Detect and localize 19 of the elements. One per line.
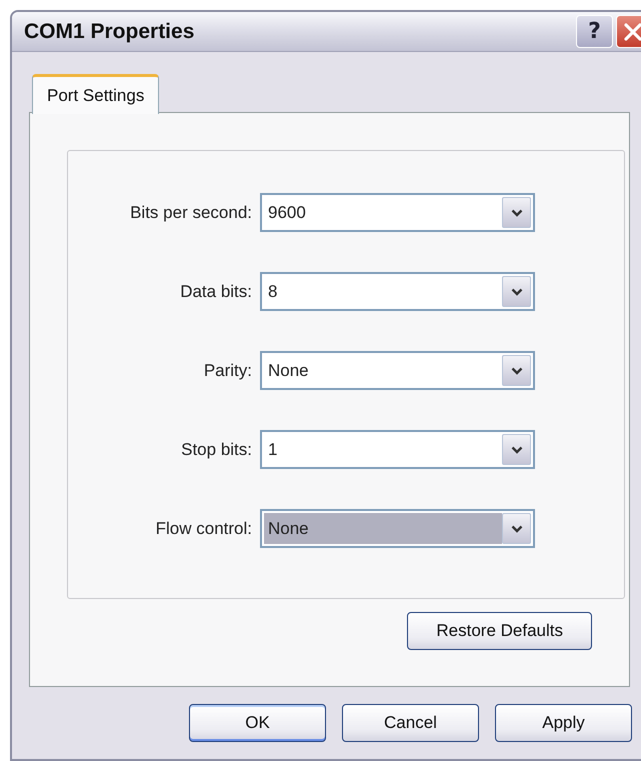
tab[interactable]: Port Settings bbox=[32, 74, 160, 114]
field-label: Stop bits: bbox=[180, 440, 253, 460]
window-title: COM1 Properties bbox=[24, 20, 194, 44]
dropdown[interactable]: None bbox=[260, 509, 535, 548]
dropdown[interactable]: 8 bbox=[260, 272, 535, 311]
dialog-button[interactable]: OK bbox=[189, 704, 326, 742]
dialog-button[interactable]: Cancel bbox=[342, 704, 479, 742]
dropdown[interactable]: None bbox=[260, 351, 535, 390]
dropdown[interactable]: 9600 bbox=[260, 193, 535, 232]
field-label: Bits per second: bbox=[129, 202, 253, 222]
dialog-button[interactable]: Apply bbox=[495, 704, 632, 742]
field-label: Parity: bbox=[202, 360, 253, 380]
dropdown[interactable]: 1 bbox=[260, 430, 535, 469]
restore-defaults-button[interactable]: Restore Defaults bbox=[407, 612, 592, 650]
help-button[interactable]: ? bbox=[576, 15, 613, 48]
field-label: Flow control: bbox=[154, 518, 253, 538]
close-button[interactable] bbox=[616, 15, 641, 48]
close-icon bbox=[622, 20, 641, 42]
field-label: Data bits: bbox=[179, 282, 253, 302]
